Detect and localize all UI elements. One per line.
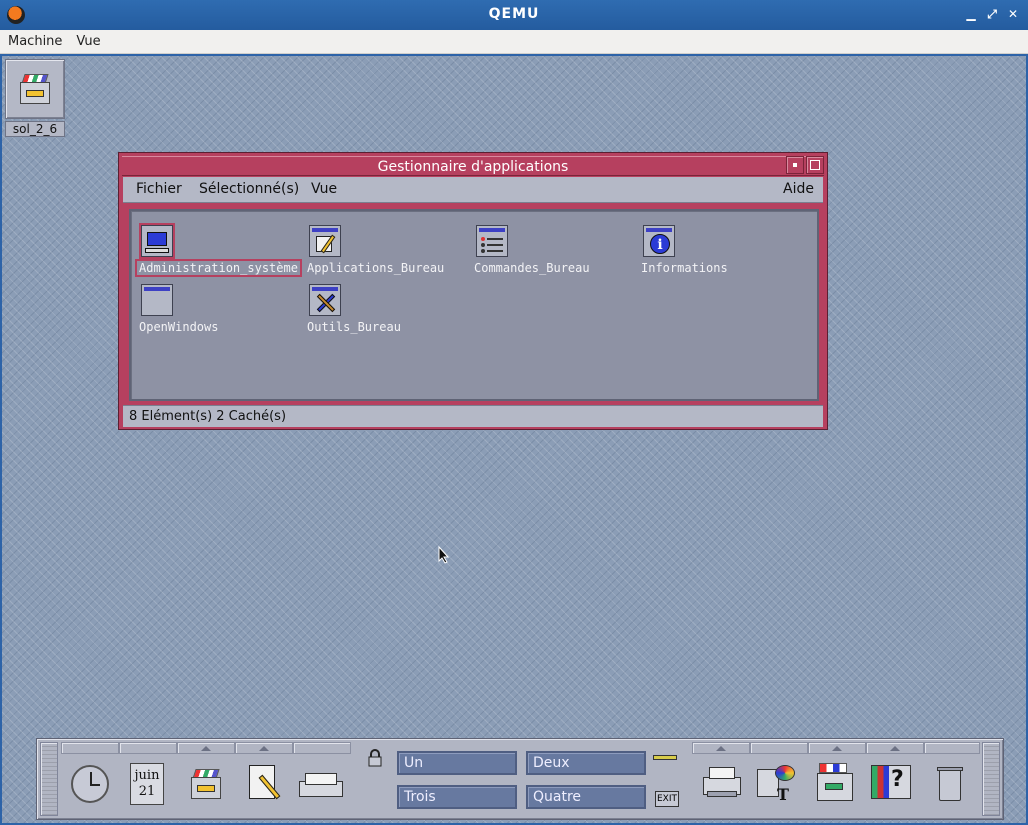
menu-file[interactable]: Fichier [136, 181, 182, 197]
calendar-day: 21 [138, 784, 156, 799]
subpanel-arrow[interactable] [692, 742, 750, 754]
workspace-button-un[interactable]: Un [397, 751, 517, 775]
qemu-titlebar: QEMU ▁ ⤢ ✕ [0, 0, 1028, 30]
app-group-label: Informations [641, 261, 728, 275]
app-group-desktop-apps[interactable]: Applications_Bureau [305, 223, 455, 277]
panel-handle-left[interactable] [40, 742, 58, 816]
application-manager-window: Gestionnaire d'applications Fichier Séle… [118, 152, 828, 430]
minimized-window-icon[interactable]: sol_2_6 [5, 59, 65, 137]
menu-machine[interactable]: Machine [0, 30, 68, 54]
application-manager-icon[interactable] [811, 759, 861, 811]
maximize-button[interactable]: ⤢ [985, 7, 999, 21]
app-group-desktop-tools[interactable]: Outils_Bureau [305, 282, 425, 336]
subpanel-tab[interactable] [119, 742, 177, 754]
exit-button[interactable]: EXIT [655, 791, 679, 807]
app-group-label: Applications_Bureau [307, 261, 445, 275]
minimize-button[interactable]: ▁ [964, 7, 978, 21]
computer-icon [139, 223, 175, 259]
clock-icon[interactable] [65, 759, 115, 811]
minimized-window-label: sol_2_6 [5, 121, 65, 137]
workspace-button-deux[interactable]: Deux [526, 751, 646, 775]
close-button[interactable]: ✕ [1006, 7, 1020, 21]
qemu-window-title: QEMU [488, 6, 540, 22]
app-group-information[interactable]: i Informations [639, 223, 749, 277]
qemu-menubar: Machine Vue [0, 30, 1028, 54]
info-icon: i [643, 225, 675, 257]
app-icon-area[interactable]: Administration_système Applications_Bure… [129, 209, 819, 401]
app-group-label: Outils_Bureau [307, 320, 401, 334]
text-editor-icon[interactable] [239, 759, 289, 811]
command-list-icon [476, 225, 508, 257]
panel-handle-right[interactable] [982, 742, 1000, 816]
menu-view[interactable]: Vue [311, 181, 337, 197]
tools-icon [309, 284, 341, 316]
app-group-desktop-commands[interactable]: Commandes_Bureau [472, 223, 612, 277]
app-group-label: Administration_système [135, 259, 302, 277]
window-title: Gestionnaire d'applications [122, 156, 824, 176]
subpanel-tab[interactable] [293, 742, 351, 754]
mouse-pointer-icon [438, 546, 450, 564]
guest-desktop[interactable]: sol_2_6 Gestionnaire d'applications Fich… [2, 54, 1026, 823]
subpanel-arrow[interactable] [808, 742, 866, 754]
menu-view[interactable]: Vue [68, 30, 106, 54]
subpanel-arrow[interactable] [866, 742, 924, 754]
subpanel-arrow[interactable] [235, 742, 293, 754]
workspace-button-trois[interactable]: Trois [397, 785, 517, 809]
calendar-month: juin [134, 768, 160, 783]
app-menubar: Fichier Sélectionné(s) Vue Aide [123, 177, 823, 203]
help-manager-icon[interactable]: ? [867, 759, 917, 811]
subpanel-tab[interactable] [750, 742, 808, 754]
window-minimize-button[interactable] [786, 156, 804, 174]
trash-can-icon[interactable] [925, 759, 975, 811]
app-group-label: OpenWindows [139, 320, 219, 334]
front-panel: juin 21 Un Deux Trois Quatre EXIT T ? [36, 738, 1004, 820]
style-manager-icon[interactable]: T [753, 759, 803, 811]
workspace-button-quatre[interactable]: Quatre [526, 785, 646, 809]
folder-icon [141, 284, 173, 316]
lock-icon[interactable] [367, 749, 383, 767]
app-group-openwindows[interactable]: OpenWindows [137, 282, 247, 336]
notepad-pencil-icon [309, 225, 341, 257]
menu-help[interactable]: Aide [783, 181, 814, 197]
file-manager-icon[interactable] [181, 759, 231, 811]
busy-light-icon [653, 755, 677, 760]
app-group-administration[interactable]: Administration_système [135, 223, 302, 277]
app-group-label: Commandes_Bureau [474, 261, 590, 275]
subpanel-tab[interactable] [924, 742, 980, 754]
menu-selected[interactable]: Sélectionné(s) [199, 181, 299, 197]
file-drawer-icon [17, 72, 53, 104]
status-bar: 8 Elément(s) 2 Caché(s) [123, 405, 823, 427]
calendar-icon[interactable]: juin 21 [123, 759, 173, 811]
window-maximize-button[interactable] [806, 156, 824, 174]
subpanel-tab[interactable] [61, 742, 119, 754]
subpanel-arrow[interactable] [177, 742, 235, 754]
mailer-icon[interactable] [297, 759, 347, 811]
printer-icon[interactable] [697, 759, 747, 811]
